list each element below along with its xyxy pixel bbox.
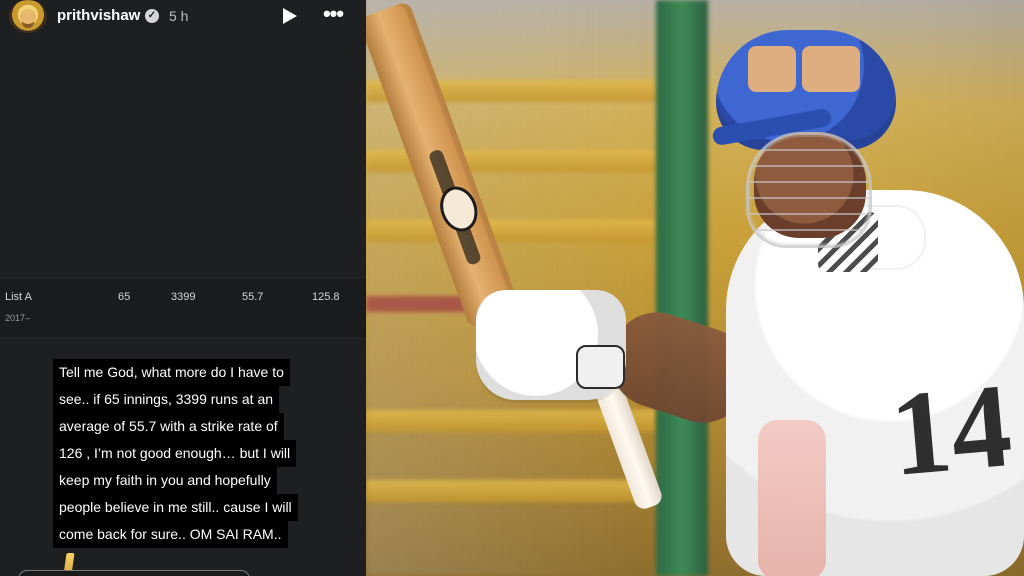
helmet-patch xyxy=(802,46,860,92)
batting-glove xyxy=(476,290,626,400)
caption-line: come back for sure.. OM SAI RAM.. xyxy=(53,521,288,548)
format-label: List A xyxy=(5,291,32,303)
format-years: 2017– xyxy=(5,313,31,323)
caption-line: keep my faith in you and hopefully xyxy=(53,467,277,494)
verified-badge-icon: ✓ xyxy=(145,9,159,23)
caption-line: average of 55.7 with a strike rate of xyxy=(53,413,284,440)
username[interactable]: prithvishaw xyxy=(57,7,140,24)
more-options-icon[interactable]: ••• xyxy=(318,3,348,27)
cricket-photo: 14 xyxy=(366,0,1024,576)
helmet-patch xyxy=(748,46,796,92)
caption-line: see.. if 65 innings, 3399 runs at an xyxy=(53,386,280,413)
stadium-pillar xyxy=(656,0,708,576)
play-icon[interactable] xyxy=(283,8,297,24)
runs-value: 3399 xyxy=(171,291,196,303)
instagram-story-panel: prithvishaw ✓ 5 h ••• List A 2017– 65 33… xyxy=(0,0,366,576)
career-stats-row: List A 2017– 65 3399 55.7 125.8 xyxy=(0,279,366,337)
caption-line: 126 , I’m not good enough… but I will xyxy=(53,440,297,467)
stadium-seat-row xyxy=(366,220,656,242)
avatar[interactable] xyxy=(9,0,47,33)
strike-rate-value: 125.8 xyxy=(312,291,340,303)
caption-line: Tell me God, what more do I have to xyxy=(53,359,290,386)
jersey-number: 14 xyxy=(885,358,1017,501)
average-value: 55.7 xyxy=(242,291,264,303)
stadium-seat-row xyxy=(366,480,656,502)
screenshot: prithvishaw ✓ 5 h ••• List A 2017– 65 33… xyxy=(0,0,1024,576)
story-header: prithvishaw ✓ 5 h ••• xyxy=(0,0,366,34)
arm-sleeve xyxy=(758,420,826,576)
helmet-grill xyxy=(746,132,872,248)
post-time: 5 h xyxy=(169,8,189,24)
story-reply-bar[interactable] xyxy=(18,570,250,576)
caption-line: people believe in me still.. cause I wil… xyxy=(53,494,298,521)
innings-value: 65 xyxy=(118,291,131,303)
